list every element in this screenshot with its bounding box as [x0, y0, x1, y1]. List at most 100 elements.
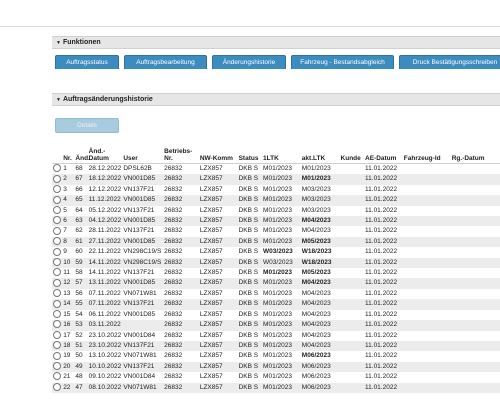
row-radio[interactable] [52, 340, 63, 352]
table-row[interactable]: 18 51 23.10.2022 VN137F21 26832 LZX857 DKB S M0… [52, 340, 500, 352]
table-row[interactable]: 11 58 14.11.2022 VN137F21 26832 LZX857 DKB S M0… [52, 268, 500, 278]
table-cell [451, 289, 500, 299]
radio-button-icon[interactable] [53, 278, 61, 287]
radio-button-icon[interactable] [53, 330, 61, 339]
table-row[interactable]: 5 64 05.12.2022 VN137F21 26832 LZX857 DKB S M01… [52, 205, 500, 216]
table-cell [339, 320, 365, 331]
radio-button-icon[interactable] [53, 226, 61, 235]
table-row[interactable]: 12 57 13.11.2022 VN001D85 26832 LZX857 DKB S M0… [52, 278, 500, 289]
table-row[interactable]: 10 59 14.11.2022 VN298C19/S 26832 LZX857 DKB S… [52, 257, 500, 269]
column-header[interactable]: akt.LTK [300, 137, 340, 164]
table-row[interactable]: 1 68 28.12.2022 DPSL62B 26832 LZX857 DKB S M01/… [52, 164, 500, 175]
row-radio[interactable] [52, 195, 63, 206]
radio-button-icon[interactable] [53, 195, 61, 204]
table-row[interactable]: 17 52 23.10.2022 VN001D84 26832 LZX857 DKB S M0… [52, 330, 500, 341]
row-radio[interactable] [52, 236, 63, 248]
radio-button-icon[interactable] [53, 299, 61, 308]
row-radio[interactable] [52, 174, 63, 185]
row-radio[interactable] [52, 330, 62, 341]
column-header[interactable]: Änd. [74, 137, 90, 164]
column-header[interactable]: Rg.-Datum [450, 137, 500, 164]
radio-button-icon[interactable] [53, 341, 61, 350]
row-radio[interactable] [52, 299, 63, 310]
row-radio[interactable] [52, 247, 62, 257]
auftragsstatus-button[interactable]: Auftragsstatus [55, 55, 119, 69]
table-row[interactable]: 14 55 07.11.2022 VN137F21 26832 LZX857 DKB S M0… [52, 299, 500, 310]
table-row[interactable]: 6 63 04.12.2022 VN001D85 26832 LZX857 DKB S M01… [52, 216, 500, 227]
radio-button-icon[interactable] [53, 351, 61, 360]
row-radio[interactable] [52, 289, 62, 299]
column-header[interactable]: Status [237, 137, 263, 164]
radio-button-icon[interactable] [53, 382, 61, 391]
radio-button-icon[interactable] [53, 362, 61, 370]
table-cell: 26832 [164, 269, 183, 277]
table-row[interactable]: 21 48 09.10.2022 VN001D84 26832 LZX857 DKB S M0… [52, 372, 500, 382]
aenderungshistorie-button[interactable]: Änderungshistorie [212, 55, 286, 69]
table-row[interactable]: 2 67 18.12.2022 VN001D85 26832 LZX857 DKB S M01… [52, 174, 500, 185]
table-cell: DKB S [238, 289, 259, 297]
table-cell: LZX857 [199, 185, 223, 193]
radio-button-icon[interactable] [53, 216, 61, 225]
column-header[interactable]: Änd.-Datum [87, 137, 123, 164]
column-header[interactable]: AE-Datum [364, 137, 403, 164]
table-row[interactable]: 22 47 08.10.2022 VN071W81 26832 LZX857 DKB S M0… [52, 382, 500, 393]
table-cell: VN298C19/S [123, 248, 162, 256]
row-radio[interactable] [52, 164, 62, 175]
table-cell: DKB S [237, 299, 263, 310]
table-row[interactable]: 8 61 27.11.2022 VN001D85 26832 LZX857 DKB S M01… [52, 236, 500, 248]
column-header[interactable]: Betriebs-Nr. [163, 137, 199, 164]
radio-button-icon[interactable] [53, 268, 61, 277]
table-cell [402, 216, 451, 227]
radio-button-icon[interactable] [53, 257, 61, 266]
table-row[interactable]: 7 62 28.11.2022 VN137F21 26832 LZX857 DKB S M01… [52, 226, 500, 236]
radio-button-icon[interactable] [53, 164, 61, 173]
druck-bestaetigungsschreiben-button[interactable]: Druck Bestätigungsschreiben [399, 55, 500, 69]
radio-button-icon[interactable] [53, 185, 61, 194]
row-radio[interactable] [52, 309, 62, 320]
column-header[interactable]: Nr. [62, 137, 75, 164]
table-cell: 50 [75, 352, 83, 360]
table-cell: 54 [75, 310, 83, 318]
radio-button-icon[interactable] [53, 289, 61, 298]
fahrzeug-bestandsabgleich-button[interactable]: Fahrzeug - Bestandsabgleich [291, 55, 394, 69]
details-button[interactable]: Details [55, 118, 119, 133]
column-header[interactable]: User [122, 137, 164, 164]
row-radio[interactable] [52, 351, 62, 361]
table-row[interactable]: 15 54 06.11.2022 VN001D85 26832 LZX857 DKB S M0… [52, 309, 500, 320]
row-radio[interactable] [52, 185, 62, 195]
radio-button-icon[interactable] [53, 247, 61, 256]
table-cell: LZX857 [198, 174, 238, 185]
row-radio[interactable] [52, 278, 63, 289]
section-header-funktionen[interactable]: ▼ Funktionen [52, 36, 500, 49]
table-cell [403, 226, 451, 236]
table-row[interactable]: 9 60 22.11.2022 VN298C19/S 26832 LZX857 DKB S W… [52, 247, 500, 257]
row-radio[interactable] [52, 257, 63, 269]
radio-button-icon[interactable] [53, 205, 61, 214]
row-radio[interactable] [52, 320, 63, 331]
table-row[interactable]: 3 66 12.12.2022 VN137F21 26832 LZX857 DKB S M01… [52, 185, 500, 195]
row-radio[interactable] [52, 205, 62, 216]
table-row[interactable]: 19 50 13.10.2022 VN071W81 26832 LZX857 DKB S M0… [52, 351, 500, 361]
radio-button-icon[interactable] [53, 320, 61, 329]
section-header-history[interactable]: ▼ Auftragsänderungshistorie [52, 93, 500, 106]
radio-button-icon[interactable] [53, 237, 61, 246]
table-row[interactable]: 13 56 07.11.2022 VN071W81 26832 LZX857 DKB S M0… [52, 289, 500, 299]
column-header[interactable]: Kunde [339, 137, 365, 164]
radio-button-icon[interactable] [53, 174, 61, 183]
table-cell [402, 299, 451, 310]
row-radio[interactable] [52, 216, 63, 227]
row-radio[interactable] [52, 268, 62, 278]
table-row[interactable]: 20 49 10.10.2022 VN137F21 26832 LZX857 DKB S M0… [52, 361, 500, 373]
row-radio[interactable] [52, 361, 63, 373]
auftragsbearbeitung-button[interactable]: Auftragsbearbeitung [124, 55, 207, 69]
radio-button-icon[interactable] [53, 372, 61, 381]
row-radio[interactable] [52, 372, 62, 382]
column-header[interactable]: Fahrzeug-Id [402, 137, 451, 164]
row-radio[interactable] [52, 382, 63, 393]
column-header[interactable]: 1LTK [262, 137, 301, 164]
radio-button-icon[interactable] [53, 309, 61, 318]
table-row[interactable]: 4 65 11.12.2022 VN001D85 26832 LZX857 DKB S M01… [52, 195, 500, 206]
table-row[interactable]: 16 53 03.11.2022 26832 LZX857 DKB S M01/2023 M0… [52, 320, 500, 331]
column-header[interactable]: NW-Komm [198, 137, 238, 164]
row-radio[interactable] [52, 226, 62, 236]
